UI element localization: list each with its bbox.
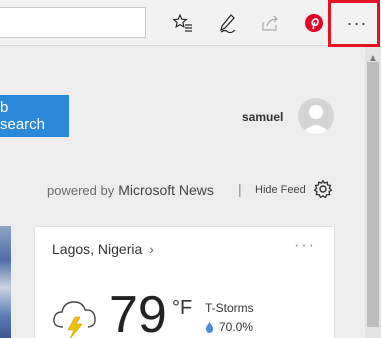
news-thumbnail-image[interactable] <box>0 226 11 338</box>
favorites-list-icon[interactable] <box>171 11 195 35</box>
address-bar[interactable] <box>0 7 146 38</box>
weather-card[interactable]: Lagos, Nigeria › ··· 79 °F T-Storms 70.0… <box>34 226 335 338</box>
pinterest-icon[interactable] <box>302 11 326 35</box>
temperature-value: 79 <box>109 286 167 338</box>
card-more-options-button[interactable]: ··· <box>294 237 316 255</box>
person-icon <box>302 105 330 134</box>
user-name[interactable]: samuel <box>242 110 283 124</box>
powered-by-text: powered by Microsoft News <box>47 182 214 198</box>
weather-location-label: Lagos, Nigeria <box>52 241 143 257</box>
powered-by-label: powered by <box>47 183 115 198</box>
weather-location[interactable]: Lagos, Nigeria › <box>52 241 154 257</box>
microsoft-news-brand: Microsoft News <box>118 182 214 198</box>
divider: | <box>238 181 242 197</box>
pen-icon[interactable] <box>216 11 240 35</box>
weather-condition: T-Storms <box>205 301 254 315</box>
user-avatar[interactable] <box>298 98 334 134</box>
thunderstorm-icon <box>53 301 96 338</box>
vertical-scrollbar[interactable]: ▲ <box>365 47 381 338</box>
scrollbar-thumb[interactable] <box>367 62 379 327</box>
raindrop-icon <box>205 321 214 333</box>
share-icon[interactable] <box>258 11 282 35</box>
hide-feed-link[interactable]: Hide Feed <box>255 184 306 196</box>
gear-icon[interactable] <box>313 179 333 199</box>
temperature-unit[interactable]: °F <box>172 297 192 320</box>
web-search-button[interactable]: b search <box>0 95 69 137</box>
chevron-right-icon: › <box>149 241 154 257</box>
browser-toolbar: ··· <box>0 0 381 47</box>
precipitation: 70.0% <box>205 320 253 334</box>
settings-and-more-button[interactable]: ··· <box>343 11 371 35</box>
precipitation-value: 70.0% <box>219 320 254 334</box>
